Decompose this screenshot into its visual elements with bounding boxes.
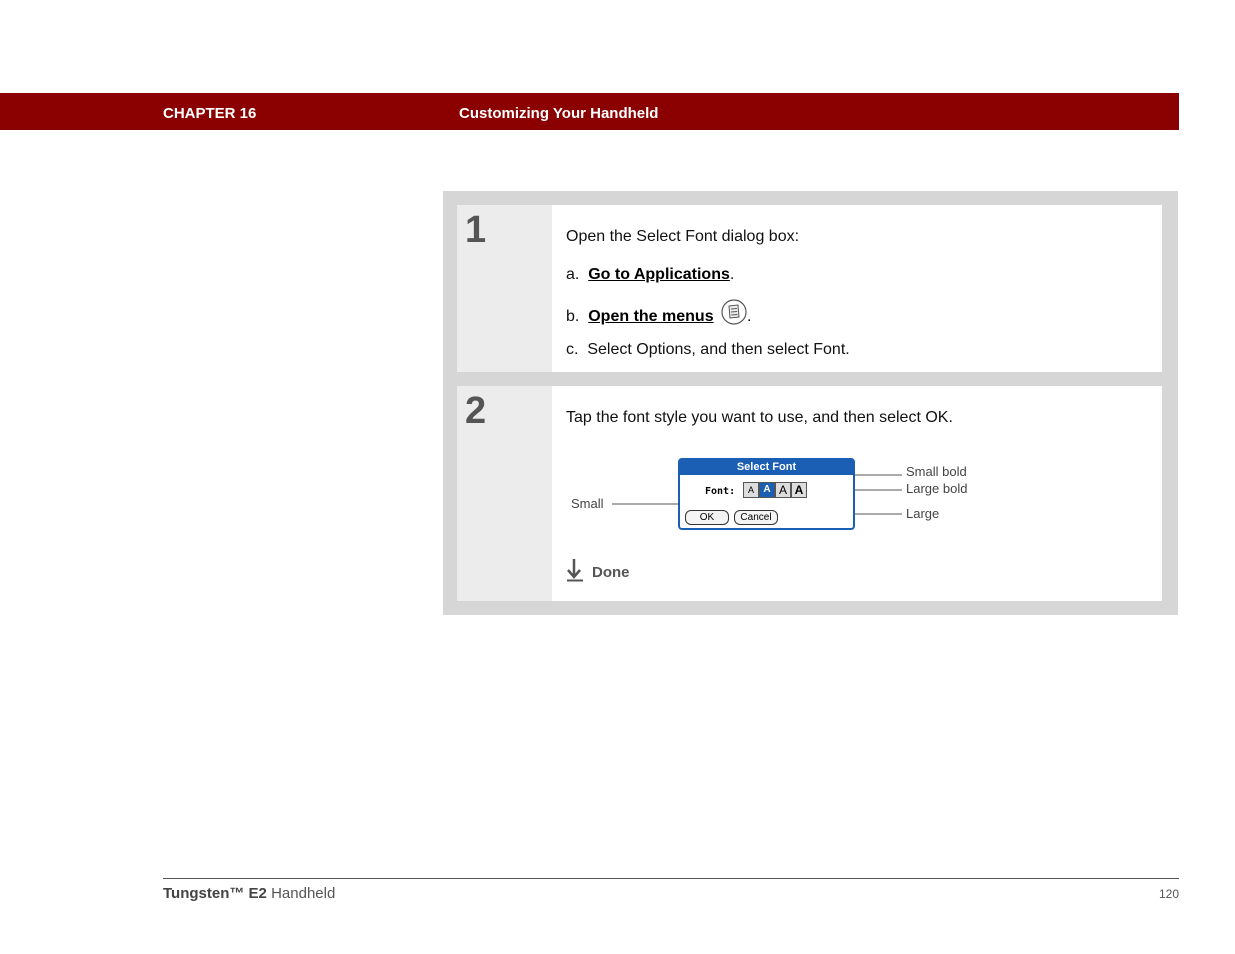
step-number-column: 2 [457,386,552,601]
chapter-header: CHAPTER 16 Customizing Your Handheld [0,93,1179,130]
step-2: 2 Tap the font style you want to use, an… [457,386,1162,601]
open-the-menus-link[interactable]: Open the menus [588,308,713,325]
dialog-title: Select Font [680,460,853,475]
step-1: 1 Open the Select Font dialog box: a. Go… [457,205,1162,372]
callout-large: Large [906,506,940,521]
steps-panel: 1 Open the Select Font dialog box: a. Go… [443,191,1178,615]
step-body: Tap the font style you want to use, and … [552,386,1162,601]
select-font-dialog: Select Font Font: A A A A OK Cancel [678,458,855,530]
font-large-button[interactable]: A [775,482,791,498]
go-to-applications-link[interactable]: Go to Applications [588,266,730,283]
step-number: 2 [465,390,487,432]
chapter-title: Customizing Your Handheld [459,105,659,122]
footer-product: Tungsten™ E2 Handheld [163,885,335,902]
callout-small-bold: Small bold [906,464,967,479]
substep-prefix: a. [566,266,580,283]
substep-suffix: . [747,308,752,325]
step-body: Open the Select Font dialog box: a. Go t… [552,205,1162,372]
substep-prefix: c. [566,341,579,358]
substep-suffix: . [729,266,735,283]
substep-b: b. Open the menus . [566,299,752,330]
font-small-button[interactable]: A [743,482,759,498]
product-brand: Tungsten™ E2 [163,885,267,902]
substep-c: c. Select Options, and then select Font. [566,341,850,359]
footer-divider [163,878,1179,879]
cancel-button[interactable]: Cancel [734,510,778,525]
done-label: Done [592,564,630,581]
chapter-label: CHAPTER 16 [163,105,257,122]
font-small-bold-button[interactable]: A [759,482,775,498]
substep-prefix: b. [566,308,580,325]
callout-small: Small [571,496,604,511]
done-row: Done [566,558,630,587]
callout-large-bold: Large bold [906,481,968,496]
menu-icon [721,299,747,330]
page-number: 120 [1158,887,1179,901]
product-suffix: Handheld [271,885,336,902]
ok-button[interactable]: OK [685,510,729,525]
substep-text: Select Options, and then select Font. [587,341,850,358]
font-label: Font: [705,486,736,497]
substep-a: a. Go to Applications. [566,266,734,284]
step-number-column: 1 [457,205,552,372]
step-number: 1 [465,209,487,251]
arrow-down-icon [566,558,584,587]
font-large-bold-button[interactable]: A [791,482,807,498]
callout-lines [612,474,902,515]
step-intro: Open the Select Font dialog box: [566,228,800,245]
